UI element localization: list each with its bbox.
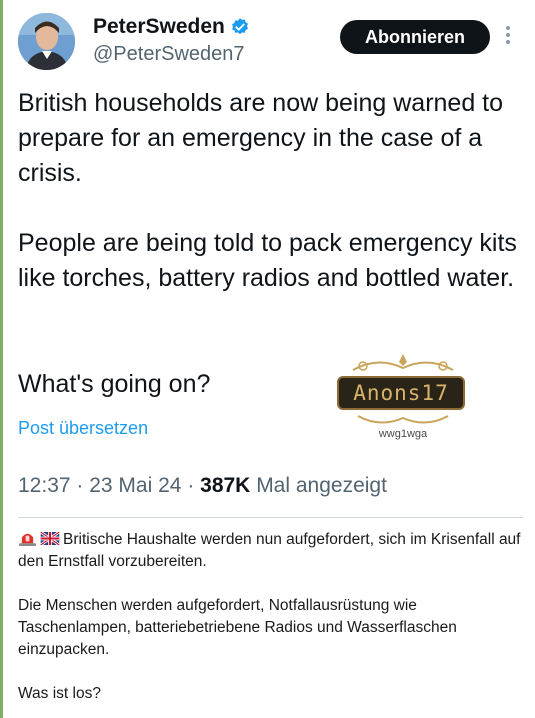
divider: [18, 517, 523, 518]
watermark-logo: Anons17 wwg1wga: [333, 352, 473, 444]
more-icon[interactable]: [504, 26, 512, 48]
caption-line-3: Was ist los?: [18, 685, 101, 702]
tweet-paragraph-2: People are being told to pack emergency …: [18, 229, 517, 292]
uk-flag-icon: [40, 532, 60, 545]
view-label: Mal angezeigt: [256, 474, 387, 497]
user-handle[interactable]: @PeterSweden7: [93, 40, 250, 68]
view-count: 387K: [200, 474, 251, 497]
avatar[interactable]: [18, 13, 75, 70]
ornament-bottom: [357, 415, 449, 424]
display-name[interactable]: PeterSweden: [93, 14, 225, 40]
follow-button[interactable]: Abonnieren: [340, 20, 490, 54]
user-names: PeterSweden @PeterSweden7: [93, 14, 250, 68]
tweet-meta: 12:37 · 23 Mai 24 · 387K Mal angezeigt: [18, 474, 387, 497]
translate-link[interactable]: Post übersetzen: [18, 418, 148, 439]
tweet-header: PeterSweden @PeterSweden7 Abonnieren: [18, 12, 523, 72]
tweet-paragraph-3: What's going on?: [18, 370, 211, 398]
tweet-date[interactable]: 23 Mai 24: [89, 474, 181, 497]
watermark-title: Anons17: [353, 381, 449, 405]
tweet-paragraph-1: British households are now being warned …: [18, 89, 504, 187]
siren-icon: [19, 533, 36, 547]
caption-line-2: Die Menschen werden aufgefordert, Notfal…: [18, 597, 457, 658]
message-caption: Britische Haushalte werden nun aufgeford…: [18, 529, 523, 705]
caption-line-1: Britische Haushalte werden nun aufgeford…: [18, 531, 521, 570]
message-accent-bar: [0, 0, 3, 718]
verified-badge-icon: [231, 18, 248, 35]
tweet-time[interactable]: 12:37: [18, 474, 71, 497]
tweet-text: British households are now being warned …: [18, 86, 523, 296]
watermark-subtitle: wwg1wga: [378, 428, 428, 440]
